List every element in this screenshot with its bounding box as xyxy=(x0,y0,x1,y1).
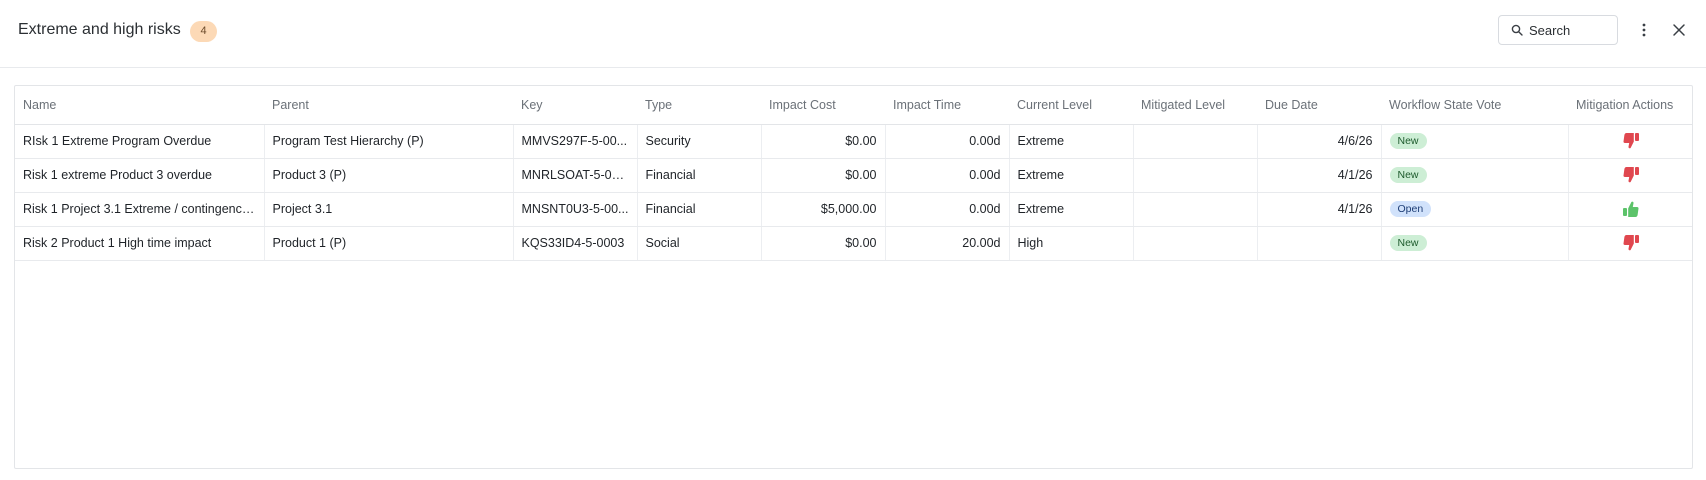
column-header-mitigated-level[interactable]: Mitigated Level xyxy=(1133,86,1257,125)
search-icon xyxy=(1511,24,1523,36)
table-row[interactable]: Risk 1 extreme Product 3 overdue Product… xyxy=(15,158,1692,193)
cell-mitigation-action[interactable] xyxy=(1568,124,1692,159)
cell-mitigated-level xyxy=(1133,226,1258,261)
cell-current-level: High xyxy=(1009,226,1134,261)
cell-due-date: 4/1/26 xyxy=(1257,158,1382,193)
close-button[interactable] xyxy=(1670,21,1688,39)
cell-workflow-state: New xyxy=(1381,124,1569,159)
cell-due-date xyxy=(1257,226,1382,261)
cell-name[interactable]: RIsk 1 Extreme Program Overdue xyxy=(15,124,265,159)
cell-current-level: Extreme xyxy=(1009,192,1134,227)
table-header-row: Name Parent Key Type Impact Cost Impact … xyxy=(15,86,1692,125)
cell-impact-time: 0.00d xyxy=(885,124,1010,159)
page-title: Extreme and high risks xyxy=(18,21,181,38)
cell-due-date: 4/1/26 xyxy=(1257,192,1382,227)
state-badge: Open xyxy=(1389,201,1432,217)
cell-current-level: Extreme xyxy=(1009,124,1134,159)
cell-type: Financial xyxy=(637,158,762,193)
close-icon xyxy=(1673,24,1685,36)
column-header-name[interactable]: Name xyxy=(15,86,264,125)
state-badge: New xyxy=(1389,133,1427,149)
cell-current-level: Extreme xyxy=(1009,158,1134,193)
cell-mitigated-level xyxy=(1133,192,1258,227)
modal-header: Extreme and high risks 4 xyxy=(0,0,1706,68)
column-header-type[interactable]: Type xyxy=(637,86,761,125)
column-header-parent[interactable]: Parent xyxy=(264,86,513,125)
risks-table-container[interactable]: Name Parent Key Type Impact Cost Impact … xyxy=(14,85,1693,469)
cell-impact-cost: $0.00 xyxy=(761,158,886,193)
cell-impact-cost: $0.00 xyxy=(761,226,886,261)
cell-type: Security xyxy=(637,124,762,159)
count-badge: 4 xyxy=(190,21,217,42)
cell-workflow-state: New xyxy=(1381,158,1569,193)
cell-workflow-state: Open xyxy=(1381,192,1569,227)
thumbs-down-icon[interactable] xyxy=(1622,235,1640,251)
cell-due-date: 4/6/26 xyxy=(1257,124,1382,159)
column-header-current-level[interactable]: Current Level xyxy=(1009,86,1133,125)
cell-impact-time: 0.00d xyxy=(885,192,1010,227)
column-header-workflow-state-vote[interactable]: Workflow State Vote xyxy=(1381,86,1568,125)
column-header-mitigation-actions[interactable]: Mitigation Actions xyxy=(1568,86,1692,125)
search-box[interactable] xyxy=(1498,15,1618,45)
cell-mitigated-level xyxy=(1133,158,1258,193)
search-input[interactable] xyxy=(1529,21,1611,39)
state-badge: New xyxy=(1389,167,1427,183)
cell-mitigation-action[interactable] xyxy=(1568,158,1692,193)
thumbs-down-icon[interactable] xyxy=(1622,167,1640,183)
more-options-button[interactable] xyxy=(1636,19,1652,41)
cell-impact-time: 0.00d xyxy=(885,158,1010,193)
state-badge: New xyxy=(1389,235,1427,251)
cell-key[interactable]: MMVS297F-5-00... xyxy=(513,124,638,159)
cell-key[interactable]: MNRLSOAT-5-00... xyxy=(513,158,638,193)
cell-type: Financial xyxy=(637,192,762,227)
thumbs-up-icon[interactable] xyxy=(1622,201,1640,217)
table-row[interactable]: Risk 2 Product 1 High time impact Produc… xyxy=(15,226,1692,261)
cell-parent[interactable]: Program Test Hierarchy (P) xyxy=(264,124,514,159)
cell-key[interactable]: KQS33ID4-5-0003 xyxy=(513,226,638,261)
column-header-due-date[interactable]: Due Date xyxy=(1257,86,1381,125)
table-row[interactable]: Risk 1 Project 3.1 Extreme / contingency… xyxy=(15,192,1692,227)
column-header-impact-time[interactable]: Impact Time xyxy=(885,86,1009,125)
cell-type: Social xyxy=(637,226,762,261)
cell-parent[interactable]: Product 3 (P) xyxy=(264,158,514,193)
cell-name[interactable]: Risk 1 extreme Product 3 overdue xyxy=(15,158,265,193)
cell-mitigation-action[interactable] xyxy=(1568,192,1692,227)
cell-mitigated-level xyxy=(1133,124,1258,159)
cell-name[interactable]: Risk 2 Product 1 High time impact xyxy=(15,226,265,261)
column-header-key[interactable]: Key xyxy=(513,86,637,125)
cell-parent[interactable]: Product 1 (P) xyxy=(264,226,514,261)
cell-mitigation-action[interactable] xyxy=(1568,226,1692,261)
table-row[interactable]: RIsk 1 Extreme Program Overdue Program T… xyxy=(15,124,1692,159)
cell-key[interactable]: MNSNT0U3-5-00... xyxy=(513,192,638,227)
cell-workflow-state: New xyxy=(1381,226,1569,261)
risks-table: Name Parent Key Type Impact Cost Impact … xyxy=(15,86,1692,261)
cell-parent[interactable]: Project 3.1 xyxy=(264,192,514,227)
more-vertical-icon xyxy=(1642,23,1646,37)
cell-impact-cost: $0.00 xyxy=(761,124,886,159)
cell-impact-cost: $5,000.00 xyxy=(761,192,886,227)
cell-impact-time: 20.00d xyxy=(885,226,1010,261)
cell-name[interactable]: Risk 1 Project 3.1 Extreme / contingency… xyxy=(15,192,265,227)
thumbs-down-icon[interactable] xyxy=(1622,133,1640,149)
column-header-impact-cost[interactable]: Impact Cost xyxy=(761,86,885,125)
